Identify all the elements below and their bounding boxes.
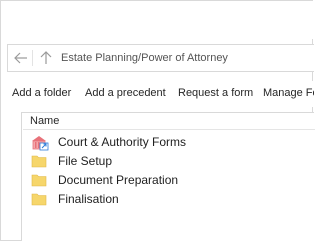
name-column-header[interactable]: Name <box>23 113 315 130</box>
folder-icon <box>31 154 47 168</box>
breadcrumb[interactable]: Estate Planning/Power of Attorney <box>61 52 228 64</box>
toolbar: Add a folder Add a precedent Request a f… <box>1 81 314 107</box>
up-arrow-icon[interactable] <box>38 49 54 67</box>
window-top-area <box>1 1 314 39</box>
list-item-finalisation[interactable]: Finalisation <box>31 191 301 209</box>
folder-icon <box>31 173 47 187</box>
add-precedent-button[interactable]: Add a precedent <box>85 87 166 99</box>
list-item-label: Court & Authority Forms <box>58 135 187 149</box>
forms-shortcut-icon <box>31 135 49 151</box>
back-arrow-icon[interactable] <box>13 49 29 67</box>
file-list: Name Court & Authority Forms File Setup … <box>21 112 315 241</box>
nav-divider <box>32 50 33 66</box>
manage-forms-button[interactable]: Manage Fo <box>263 87 314 99</box>
list-item-document-preparation[interactable]: Document Preparation <box>31 172 301 190</box>
explorer-window: Estate Planning/Power of Attorney Add a … <box>0 0 315 241</box>
folder-icon <box>31 192 47 206</box>
list-item-file-setup[interactable]: File Setup <box>31 153 301 171</box>
request-form-button[interactable]: Request a form <box>178 87 253 99</box>
navigation-bar: Estate Planning/Power of Attorney <box>7 44 314 72</box>
list-item-court-authority-forms[interactable]: Court & Authority Forms <box>31 134 301 152</box>
column-header-label: Name <box>30 115 60 127</box>
list-item-label: File Setup <box>58 154 113 168</box>
add-folder-button[interactable]: Add a folder <box>12 87 71 99</box>
list-item-label: Document Preparation <box>58 173 179 187</box>
list-item-label: Finalisation <box>58 192 119 206</box>
